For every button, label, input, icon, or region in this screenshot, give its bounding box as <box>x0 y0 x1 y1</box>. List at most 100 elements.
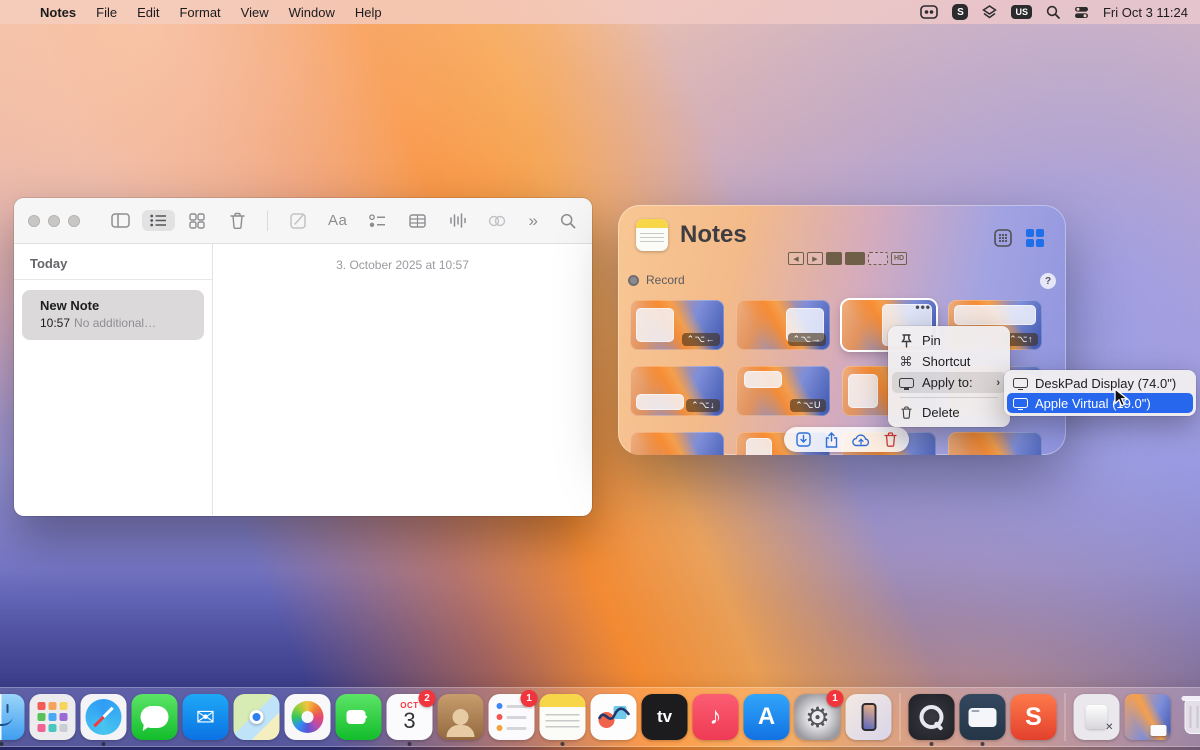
tile-view-icon[interactable] <box>1026 229 1044 247</box>
dock-freeform-icon[interactable] <box>591 694 637 740</box>
list-view-icon[interactable] <box>142 210 175 231</box>
table-icon[interactable] <box>407 214 427 228</box>
note-list-item[interactable]: New Note 10:57No additional… <box>22 290 204 340</box>
layout-thumbnail-left-half[interactable]: ⌃⌥← <box>630 300 724 350</box>
dashed-frame-button[interactable] <box>868 252 888 265</box>
input-source-badge[interactable]: US <box>1011 5 1032 19</box>
dock-divider <box>1065 693 1066 741</box>
note-date-line: 3. October 2025 at 10:57 <box>213 258 592 272</box>
menu-window[interactable]: Window <box>279 5 345 20</box>
menu-help[interactable]: Help <box>345 5 392 20</box>
menu-file[interactable]: File <box>86 5 127 20</box>
dock-shottr-icon[interactable]: S <box>1011 694 1057 740</box>
dock-deskpad-icon[interactable] <box>960 694 1006 740</box>
pin-icon <box>898 334 914 348</box>
stack-icon[interactable] <box>982 5 997 20</box>
traffic-lights <box>28 215 80 227</box>
running-indicator <box>0 742 4 746</box>
prev-button[interactable]: ◀ <box>788 252 804 265</box>
dock-iphone-mirroring-icon[interactable] <box>846 694 892 740</box>
share-icon[interactable] <box>825 432 838 448</box>
s-app-menubar-icon[interactable]: S <box>952 4 968 20</box>
dock-utility-box-icon[interactable] <box>1074 694 1120 740</box>
close-button[interactable] <box>28 215 40 227</box>
small-frame-button[interactable] <box>826 252 842 265</box>
format-text-icon[interactable]: Aa <box>328 212 347 229</box>
layout-thumbnail[interactable] <box>630 432 724 455</box>
running-indicator <box>981 742 985 746</box>
dock-facetime-icon[interactable] <box>336 694 382 740</box>
trash-icon[interactable] <box>884 432 897 447</box>
running-indicator <box>408 742 412 746</box>
menu-separator <box>900 397 998 398</box>
dock: ✉ 2OCT3 1 tv ♪ A 1⚙ S <box>0 687 1200 747</box>
layout-thumbnail[interactable] <box>948 432 1042 455</box>
submenu-item-deskpad-display[interactable]: DeskPad Display (74.0") <box>1007 373 1193 393</box>
dock-minimized-window[interactable] <box>1125 694 1171 740</box>
grid-view-icon[interactable] <box>994 229 1012 247</box>
dock-finder-icon[interactable] <box>0 694 25 740</box>
shortcut-badge: ⌃⌥← <box>682 333 720 346</box>
reminders-badge: 1 <box>521 690 538 707</box>
record-label: Record <box>646 273 685 287</box>
help-button[interactable]: ? <box>1040 273 1056 289</box>
dock-quicktime-icon[interactable] <box>909 694 955 740</box>
apply-to-submenu: DeskPad Display (74.0") Apple Virtual (1… <box>1004 370 1196 416</box>
notes-toolbar: Aa » <box>14 198 592 244</box>
layout-thumbnail-top-left[interactable]: ⌃⌥U <box>736 366 830 416</box>
search-icon[interactable] <box>558 213 578 229</box>
notes-sidebar: Today New Note 10:57No additional… <box>14 244 213 515</box>
toolbar-overflow-icon[interactable]: » <box>529 211 538 231</box>
menu-view[interactable]: View <box>231 5 279 20</box>
menu-edit[interactable]: Edit <box>127 5 169 20</box>
hd-button[interactable]: HD <box>891 252 907 265</box>
record-control[interactable]: Record <box>628 273 685 287</box>
minimize-button[interactable] <box>48 215 60 227</box>
large-frame-button[interactable] <box>845 252 865 265</box>
dock-appletv-icon[interactable]: tv <box>642 694 688 740</box>
audio-record-icon[interactable] <box>447 213 467 228</box>
collaborate-icon[interactable] <box>487 214 507 228</box>
menu-item-shortcut[interactable]: ⌘ Shortcut <box>892 351 1006 372</box>
submenu-item-apple-virtual[interactable]: Apple Virtual (19.0") <box>1007 393 1193 413</box>
context-menu: Pin ⌘ Shortcut Apply to: › Delete <box>888 326 1010 427</box>
thumbnail-action-bar <box>784 427 909 452</box>
mouse-cursor <box>1114 388 1129 408</box>
new-note-icon[interactable] <box>288 212 308 229</box>
dock-music-icon[interactable]: ♪ <box>693 694 739 740</box>
dock-maps-icon[interactable] <box>234 694 280 740</box>
screen-share-icon[interactable] <box>920 5 938 19</box>
delete-note-icon[interactable] <box>227 212 247 229</box>
dock-contacts-icon[interactable] <box>438 694 484 740</box>
cloud-upload-icon[interactable] <box>852 433 870 447</box>
thumbnail-more-button[interactable]: ••• <box>915 300 931 314</box>
save-icon[interactable] <box>796 432 811 447</box>
dock-notes-icon[interactable] <box>540 694 586 740</box>
dock-trash-icon[interactable] <box>1176 694 1200 740</box>
menu-item-apply-to[interactable]: Apply to: › <box>892 372 1006 393</box>
menu-notes[interactable]: Notes <box>30 5 86 20</box>
sidebar-toggle-icon[interactable] <box>110 213 130 228</box>
panel-title: Notes <box>680 221 747 249</box>
layout-thumbnail-bottom[interactable]: ⌃⌥↓ <box>630 366 724 416</box>
checklist-icon[interactable] <box>367 214 387 228</box>
control-center-icon[interactable] <box>1074 6 1089 19</box>
menu-item-delete[interactable]: Delete <box>892 402 1006 423</box>
dock-launchpad-icon[interactable] <box>30 694 76 740</box>
dock-appstore-icon[interactable]: A <box>744 694 790 740</box>
gallery-view-icon[interactable] <box>187 213 207 229</box>
menu-item-label: Pin <box>922 333 941 348</box>
dock-messages-icon[interactable] <box>132 694 178 740</box>
menu-format[interactable]: Format <box>169 5 230 20</box>
dock-photos-icon[interactable] <box>285 694 331 740</box>
spotlight-search-icon[interactable] <box>1046 5 1060 19</box>
note-editor[interactable]: 3. October 2025 at 10:57 <box>213 244 592 515</box>
zoom-button[interactable] <box>68 215 80 227</box>
play-button[interactable]: ▶ <box>807 252 823 265</box>
menubar-clock[interactable]: Fri Oct 3 11:24 <box>1103 5 1188 20</box>
layout-thumbnail-right-half[interactable]: ⌃⌥→ <box>736 300 830 350</box>
dock-mail-icon[interactable]: ✉ <box>183 694 229 740</box>
dock-safari-icon[interactable] <box>81 694 127 740</box>
menu-item-pin[interactable]: Pin <box>892 330 1006 351</box>
display-icon <box>1013 398 1028 408</box>
